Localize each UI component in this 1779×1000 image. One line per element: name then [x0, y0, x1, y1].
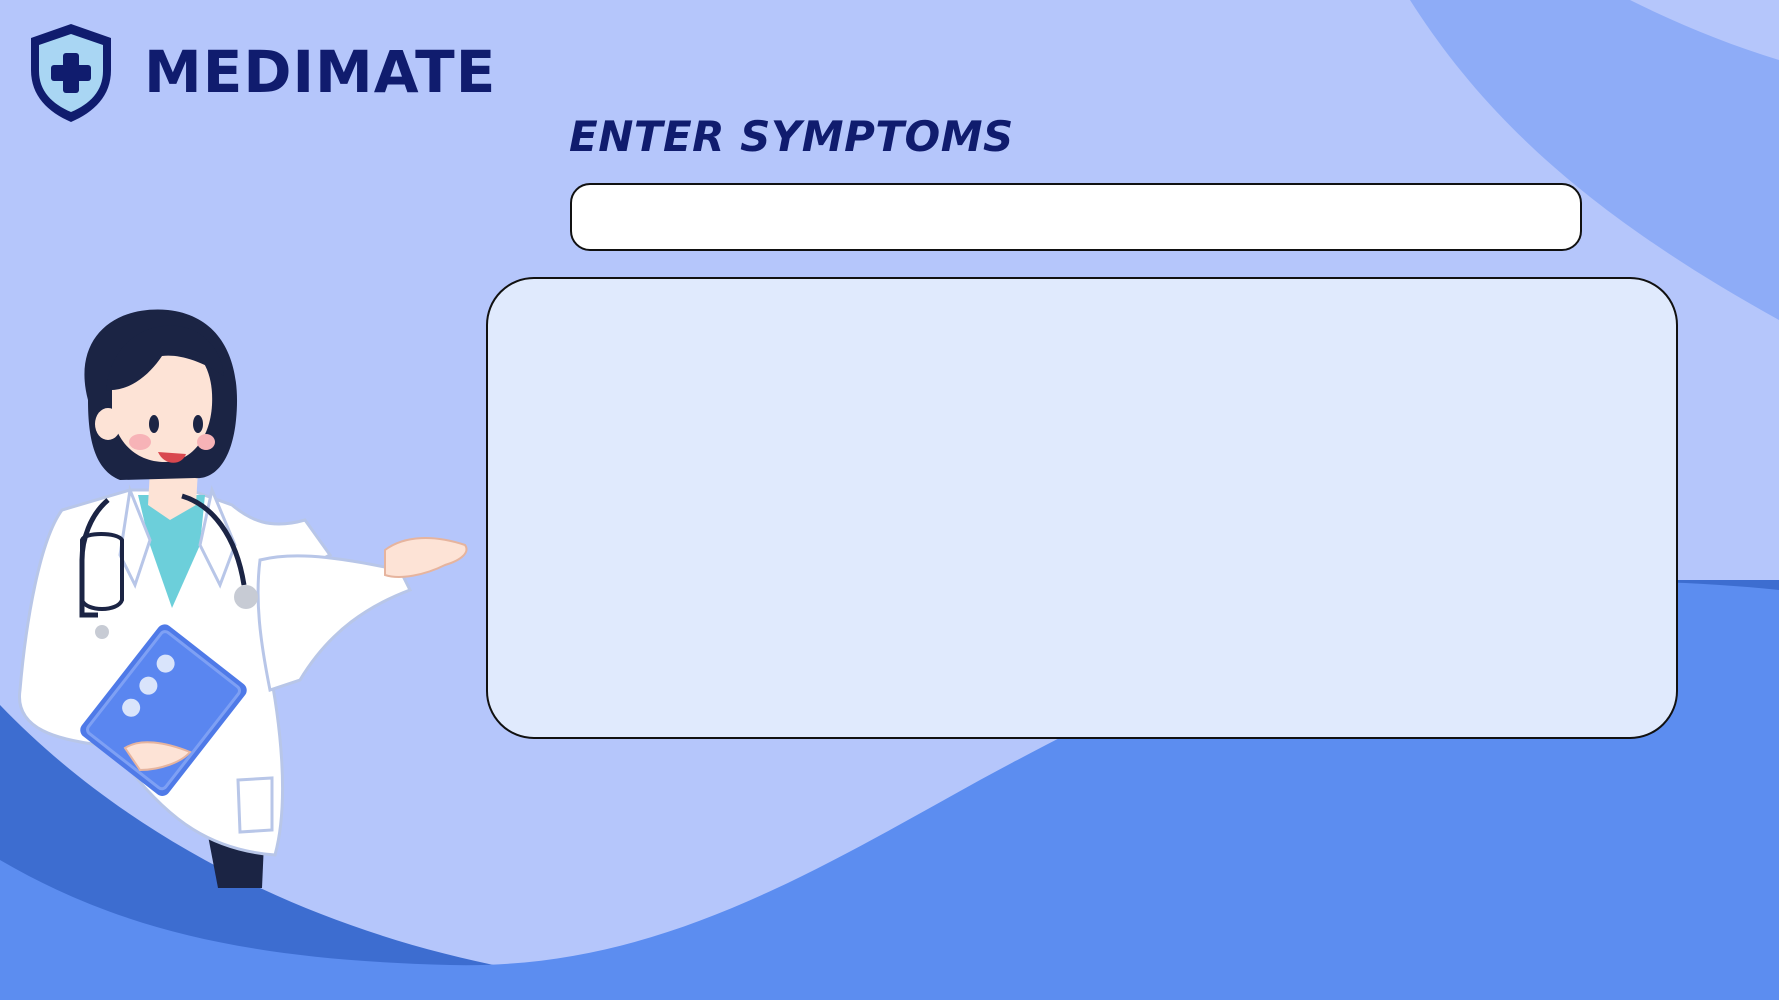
doctor-illustration: [18, 309, 468, 888]
results-panel: [486, 277, 1678, 739]
brand-logo: MEDIMATE: [24, 20, 496, 126]
top-right-wave: [1410, 0, 1779, 320]
shield-plus-icon: [31, 24, 111, 122]
brand-name: MEDIMATE: [144, 38, 497, 106]
symptoms-input[interactable]: [570, 183, 1582, 251]
enter-symptoms-title: ENTER SYMPTOMS: [569, 112, 1014, 161]
